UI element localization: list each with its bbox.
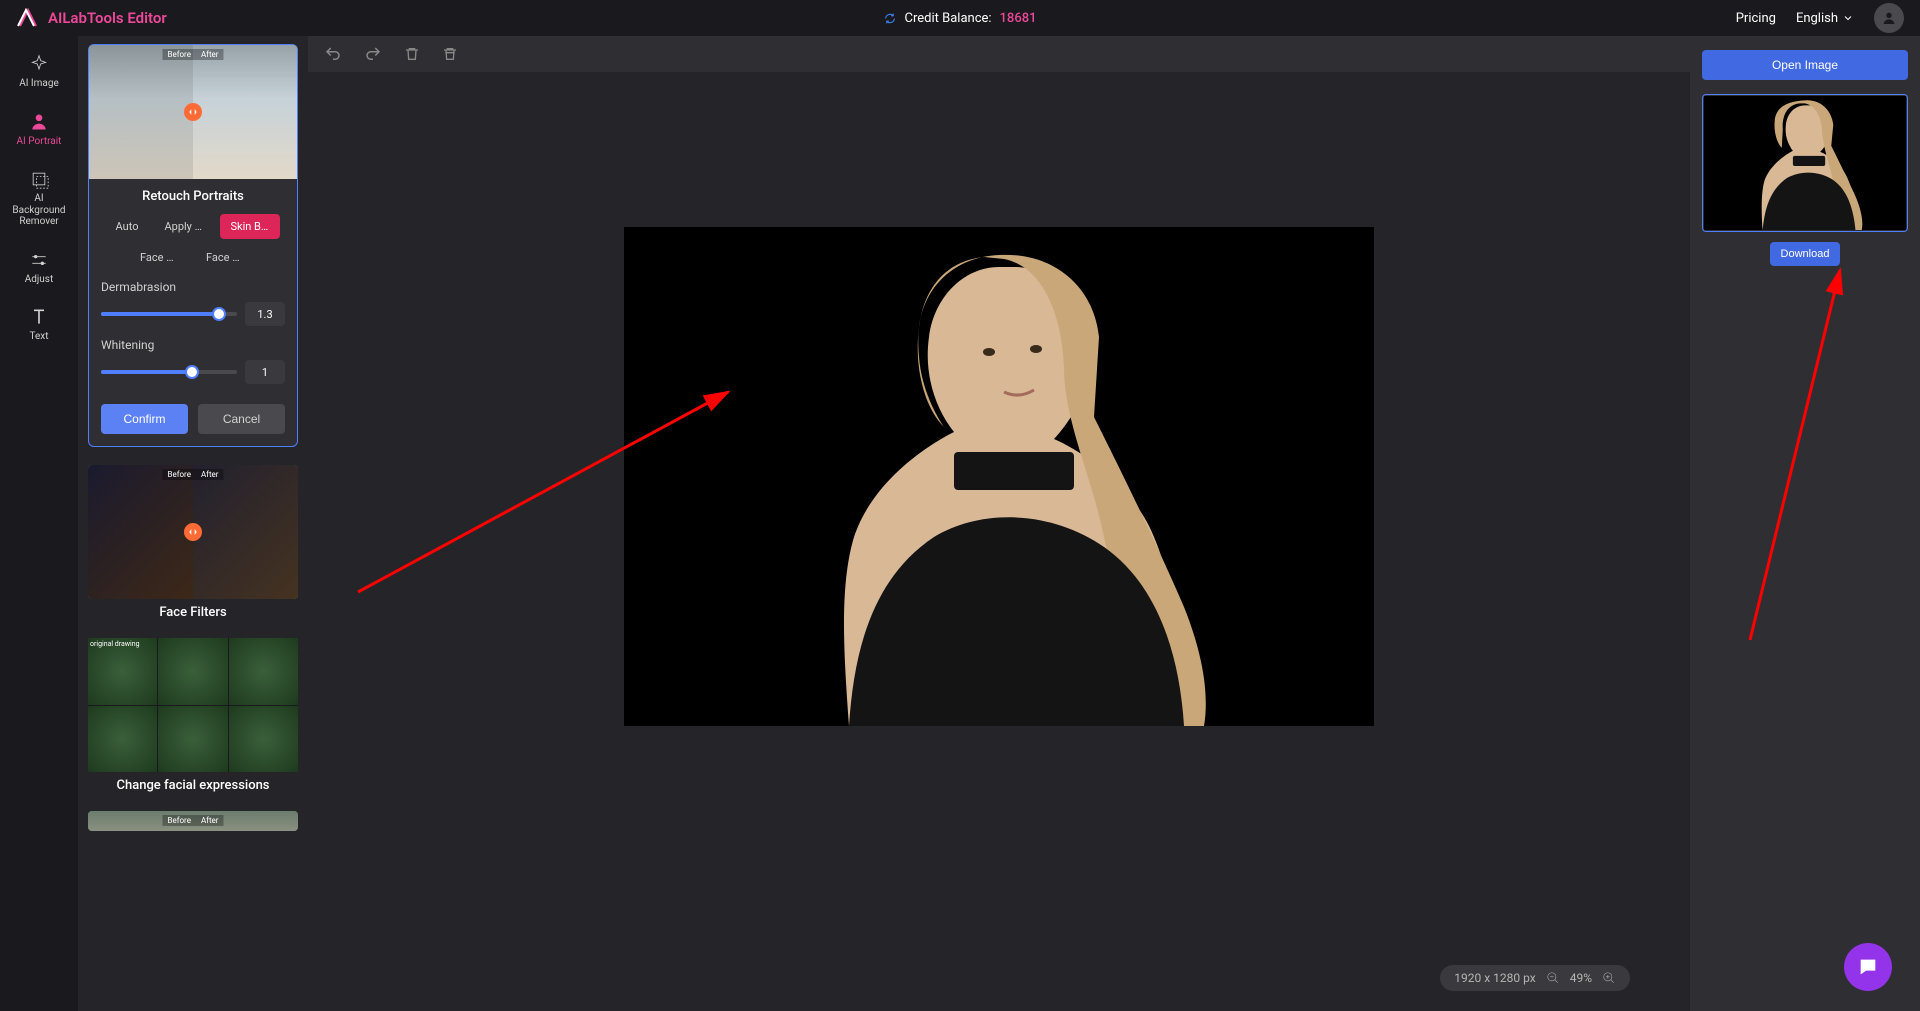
- after-label: After: [196, 815, 224, 826]
- cancel-button[interactable]: Cancel: [198, 404, 285, 434]
- tab-auto[interactable]: Auto: [106, 214, 149, 239]
- slider-track[interactable]: [101, 312, 237, 316]
- annotation-arrow-2: [1740, 260, 1860, 660]
- slider-label: Whitening: [101, 338, 285, 352]
- credit-label: Credit Balance:: [905, 11, 992, 26]
- refresh-icon[interactable]: [884, 12, 897, 25]
- user-icon: [1881, 10, 1897, 26]
- download-button[interactable]: Download: [1770, 242, 1840, 266]
- redo-icon[interactable]: [364, 45, 382, 63]
- sliders-icon: [29, 250, 49, 270]
- tool-title: Face Filters: [88, 605, 298, 620]
- canvas-toolbar: [308, 36, 1690, 72]
- left-nav: AI Image AI Portrait AI Background Remov…: [0, 36, 78, 1011]
- tab-skin-beauty[interactable]: Skin Be...: [220, 214, 280, 239]
- zoom-info: 1920 x 1280 px 49%: [1440, 965, 1630, 991]
- nav-label: Adjust: [25, 274, 54, 285]
- chat-bubble[interactable]: [1844, 943, 1892, 991]
- tools-panel: Before After Retouch Portraits Auto Appl…: [78, 36, 308, 1011]
- compare-handle-icon: [184, 523, 202, 541]
- nav-text[interactable]: Text: [4, 299, 74, 351]
- tab-face-slim[interactable]: Face Sli...: [196, 245, 256, 270]
- nav-adjust[interactable]: Adjust: [4, 242, 74, 294]
- logo[interactable]: AILabTools Editor: [16, 6, 167, 30]
- slider-track[interactable]: [101, 370, 237, 374]
- confirm-button[interactable]: Confirm: [101, 404, 188, 434]
- tab-face-beauty[interactable]: Face Be...: [130, 245, 190, 270]
- tool-title: Change facial expressions: [88, 778, 298, 793]
- nav-bg-remover[interactable]: AI Background Remover: [4, 161, 74, 236]
- slider-dermabrasion: Dermabrasion 1.3: [89, 276, 297, 334]
- nav-ai-image[interactable]: AI Image: [4, 46, 74, 98]
- slider-value[interactable]: 1: [245, 360, 285, 384]
- language-label: English: [1796, 11, 1838, 26]
- language-selector[interactable]: English: [1796, 11, 1854, 26]
- tab-apply-makeup[interactable]: Apply M...: [154, 214, 214, 239]
- zoom-out-icon[interactable]: [1546, 971, 1560, 985]
- canvas-image: [624, 227, 1374, 726]
- user-avatar[interactable]: [1874, 3, 1904, 33]
- canvas-content[interactable]: [308, 72, 1690, 1011]
- slider-whitening: Whitening 1: [89, 334, 297, 392]
- credit-value: 18681: [1000, 11, 1037, 26]
- app-header: AILabTools Editor Credit Balance: 18681 …: [0, 0, 1920, 36]
- right-panel: Open Image Download: [1690, 36, 1920, 1011]
- sparkle-icon: [29, 54, 49, 74]
- pricing-link[interactable]: Pricing: [1736, 11, 1776, 26]
- original-label: original drawing: [90, 640, 140, 648]
- expressions-preview: original drawing: [88, 638, 298, 772]
- trash-icon[interactable]: [404, 46, 420, 62]
- app-name: AILabTools Editor: [48, 9, 167, 27]
- zoom-level: 49%: [1570, 971, 1592, 985]
- crop-icon: [29, 169, 49, 189]
- nav-label: AI Image: [19, 78, 59, 89]
- credit-balance: Credit Balance: 18681: [884, 11, 1037, 26]
- before-label: Before: [162, 815, 195, 826]
- retouch-tabs: Auto Apply M... Skin Be... Face Be... Fa…: [89, 204, 297, 276]
- next-preview: Before After: [88, 811, 298, 831]
- slider-value[interactable]: 1.3: [245, 302, 285, 326]
- open-image-button[interactable]: Open Image: [1702, 50, 1908, 80]
- nav-label: AI Portrait: [17, 136, 62, 147]
- before-after-labels: Before After: [162, 469, 223, 480]
- nav-label: Text: [29, 331, 48, 342]
- after-label: After: [196, 49, 224, 60]
- logo-icon: [16, 6, 40, 30]
- tool-next[interactable]: Before After: [88, 811, 298, 831]
- image-thumbnail[interactable]: [1702, 94, 1908, 232]
- canvas-area: 1920 x 1280 px 49%: [308, 36, 1690, 1011]
- tool-face-filters[interactable]: Before After Face Filters: [88, 465, 298, 620]
- nav-ai-portrait[interactable]: AI Portrait: [4, 104, 74, 156]
- person-icon: [29, 112, 49, 132]
- zoom-in-icon[interactable]: [1602, 971, 1616, 985]
- compare-handle-icon: [184, 103, 202, 121]
- tool-change-expressions[interactable]: original drawing Change facial expressio…: [88, 638, 298, 793]
- tool-retouch-portraits: Before After Retouch Portraits Auto Appl…: [88, 44, 298, 447]
- text-icon: [29, 307, 49, 327]
- retouch-preview[interactable]: Before After: [89, 45, 297, 179]
- before-label: Before: [162, 469, 195, 480]
- before-label: Before: [162, 49, 195, 60]
- chat-icon: [1857, 956, 1879, 978]
- undo-icon[interactable]: [324, 45, 342, 63]
- slider-label: Dermabrasion: [101, 280, 285, 294]
- clear-all-icon[interactable]: [442, 46, 458, 62]
- filters-preview: Before After: [88, 465, 298, 599]
- before-after-labels: Before After: [162, 49, 223, 60]
- tool-title: Retouch Portraits: [89, 189, 297, 204]
- image-dimensions: 1920 x 1280 px: [1454, 971, 1535, 985]
- chevron-down-icon: [1842, 12, 1854, 24]
- nav-label: AI Background Remover: [12, 193, 65, 227]
- before-after-labels: Before After: [162, 815, 223, 826]
- after-label: After: [196, 469, 224, 480]
